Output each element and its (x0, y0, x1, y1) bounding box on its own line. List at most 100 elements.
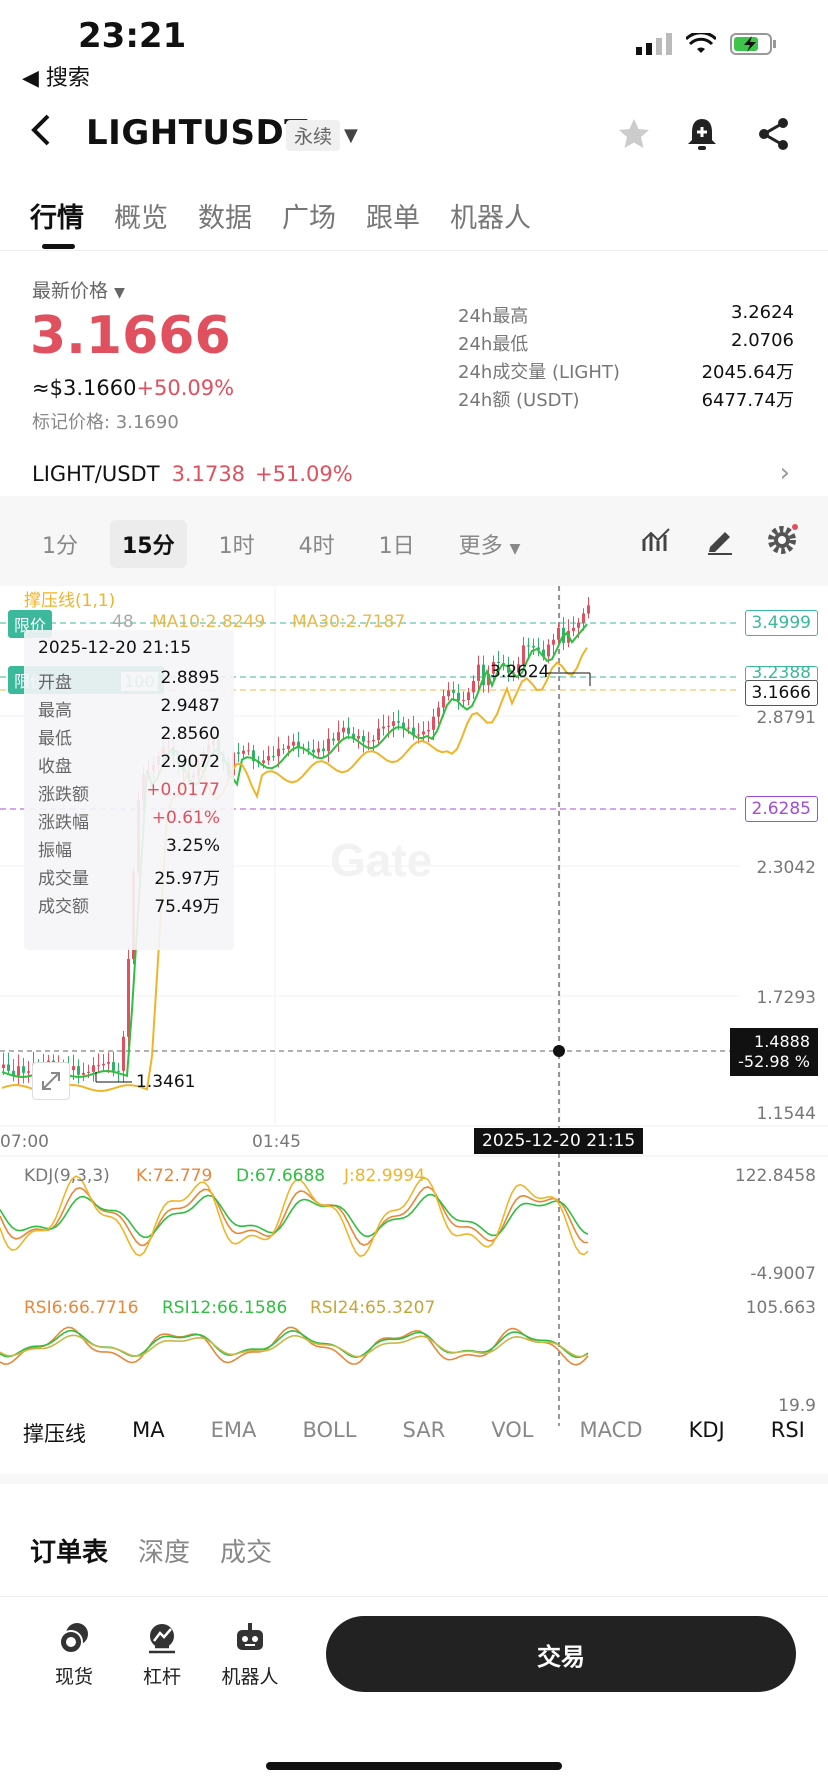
interval-1d[interactable]: 1日 (367, 520, 427, 568)
tooltip-value: 75.49万 (154, 892, 220, 922)
usd-price-line: ≈$3.1660+50.09% (32, 376, 234, 400)
pair-dropdown-icon[interactable]: ▼ (344, 125, 358, 146)
spot-pair-row[interactable]: LIGHT/USDT 3.1738 +51.09% (32, 462, 353, 486)
interval-1m[interactable]: 1分 (30, 520, 90, 568)
tooltip-key: 振幅 (38, 836, 72, 866)
interval-1h[interactable]: 1时 (207, 520, 267, 568)
back-button[interactable] (28, 112, 56, 158)
high-label: 3.2624 (490, 662, 549, 682)
ind-tab-ema[interactable]: EMA (211, 1418, 257, 1448)
nav-spot[interactable]: 现货 (34, 1620, 114, 1689)
indicator-button[interactable] (636, 520, 676, 560)
tab-order-book[interactable]: 订单表 (30, 1532, 108, 1569)
price-line-tag[interactable]: 3.4999 (745, 610, 818, 636)
nav-bot[interactable]: 机器人 (210, 1620, 290, 1689)
kdj-bottom: -4.9007 (750, 1264, 816, 1284)
pair-title[interactable]: LIGHTUSDT (86, 113, 308, 153)
ma10-legend: MA10:2.8249 (152, 612, 265, 632)
ind-tab-boll[interactable]: BOLL (302, 1418, 356, 1448)
stat-row: 24h额 (USDT) 6477.74万 (458, 386, 794, 414)
tooltip-row: 最低 2.8560 (38, 724, 220, 754)
candle-body (422, 731, 425, 734)
interval-4h[interactable]: 4时 (287, 520, 347, 568)
tab-copy-trade[interactable]: 跟单 (366, 196, 420, 235)
ind-tab-rsi[interactable]: RSI (771, 1418, 805, 1448)
candle-body (272, 756, 275, 757)
nav-margin-label: 杠杆 (143, 1662, 181, 1689)
ind-tab-sr[interactable]: 撑压线 (23, 1418, 86, 1448)
candle-body (337, 732, 340, 740)
trade-button[interactable]: 交易 (326, 1616, 796, 1692)
ind-tab-kdj[interactable]: KDJ (689, 1418, 725, 1448)
candle-body (557, 628, 560, 640)
chart-settings-button[interactable] (762, 520, 802, 560)
candle-body (7, 1065, 10, 1071)
candle-body (2, 1065, 5, 1068)
tooltip-value: 2.8560 (161, 724, 220, 754)
wifi-icon (686, 33, 716, 55)
nav-margin[interactable]: 杠杆 (122, 1620, 202, 1689)
interval-more[interactable]: 更多 ▼ (447, 520, 533, 568)
drawing-button[interactable] (700, 520, 740, 560)
ind-tab-ma[interactable]: MA (132, 1418, 164, 1448)
ma30-legend: MA30:2.7187 (292, 612, 405, 632)
tooltip-key: 涨跌额 (38, 780, 89, 810)
share-icon (757, 117, 791, 151)
favorite-button[interactable] (612, 112, 656, 156)
tooltip-value: +0.61% (152, 808, 220, 838)
fullscreen-button[interactable] (32, 1062, 70, 1100)
candle-body (242, 751, 245, 754)
tooltip-key: 开盘 (38, 668, 72, 698)
rsi12: RSI12:66.1586 (162, 1298, 287, 1318)
tooltip-key: 涨跌幅 (38, 808, 89, 838)
candle-body (322, 749, 325, 752)
caret-down-icon: ▼ (114, 285, 125, 301)
status-time: 23:21 (78, 16, 186, 56)
tooltip-row: 收盘 2.9072 (38, 752, 220, 782)
ind-tab-macd[interactable]: MACD (580, 1418, 643, 1448)
candle-body (27, 1071, 30, 1073)
signal-icon (636, 33, 672, 55)
tooltip-value: 2.9072 (161, 752, 220, 782)
tab-trades[interactable]: 成交 (220, 1532, 272, 1569)
candle-body (367, 741, 370, 742)
active-tab-indicator (42, 244, 75, 249)
tooltip-row: 成交量 25.97万 (38, 864, 220, 894)
candle-body (277, 749, 280, 756)
candle-body (122, 1037, 125, 1071)
tooltip-value: 3.25% (166, 836, 220, 866)
candle-body (117, 1071, 120, 1072)
candle-body (292, 742, 295, 746)
tab-data[interactable]: 数据 (198, 196, 252, 235)
candle-body (327, 739, 330, 751)
y-axis-label: 2.8791 (757, 708, 816, 728)
candle-body (452, 690, 455, 693)
nav-bot-label: 机器人 (221, 1662, 278, 1689)
robot-icon (233, 1621, 267, 1655)
stat-value: 2.0706 (731, 330, 794, 358)
stat-label: 24h额 (USDT) (458, 386, 580, 414)
latest-price-label[interactable]: 最新价格 ▼ (32, 276, 125, 303)
tab-overview[interactable]: 概览 (114, 196, 168, 235)
tab-square[interactable]: 广场 (282, 196, 336, 235)
candle-body (102, 1064, 105, 1065)
stat-value: 6477.74万 (702, 386, 794, 414)
candle-body (287, 746, 290, 749)
chevron-right-icon[interactable]: › (780, 458, 790, 488)
share-button[interactable] (752, 112, 796, 156)
candle-body (462, 700, 465, 701)
tooltip-row: 涨跌额 +0.0177 (38, 780, 220, 810)
low-label: 1.3461 (136, 1072, 195, 1092)
indicator-tabs: 撑压线 MA EMA BOLL SAR VOL MACD KDJ RSI (0, 1418, 828, 1448)
tab-market[interactable]: 行情 (30, 196, 84, 235)
ind-tab-vol[interactable]: VOL (491, 1418, 533, 1448)
tab-depth[interactable]: 深度 (138, 1532, 190, 1569)
candle-body (17, 1066, 20, 1075)
back-to-app-link[interactable]: ◀ 搜索 (22, 60, 90, 92)
ind-tab-sar[interactable]: SAR (403, 1418, 446, 1448)
stat-label: 24h成交量 (LIGHT) (458, 358, 620, 386)
tab-bot[interactable]: 机器人 (450, 196, 531, 235)
interval-15m[interactable]: 15分 (110, 520, 187, 568)
alert-button[interactable] (680, 112, 724, 156)
purple-level-tag[interactable]: 2.6285 (745, 796, 818, 822)
